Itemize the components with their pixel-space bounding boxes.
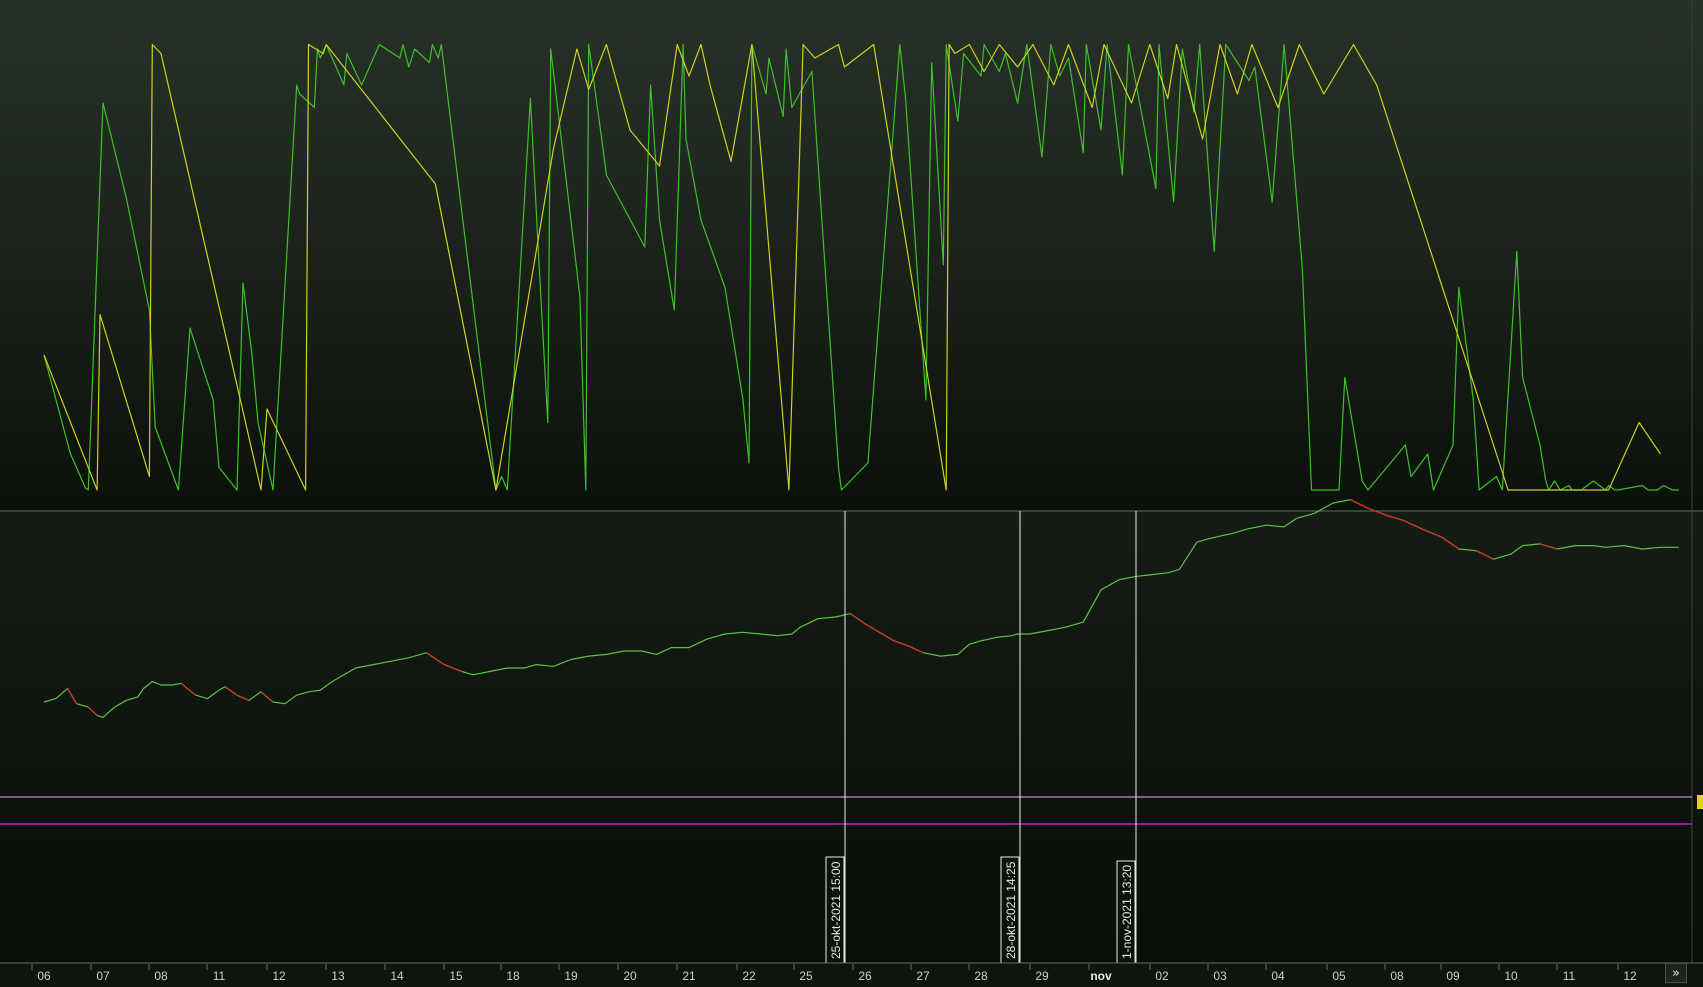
x-axis-label: 15 bbox=[449, 969, 463, 983]
marker-label-2: 28-okt-2021 14:25 bbox=[1004, 861, 1018, 959]
x-axis-label: 26 bbox=[858, 969, 872, 983]
x-axis-label: 22 bbox=[742, 969, 756, 983]
x-axis-label: 12 bbox=[272, 969, 286, 983]
marker-label-3: 1-nov-2021 13:20 bbox=[1120, 865, 1134, 959]
x-axis-label: 07 bbox=[96, 969, 110, 983]
chart-canvas[interactable]: 25-okt-2021 15:00 28-okt-2021 14:25 1-no… bbox=[0, 0, 1703, 987]
x-axis-label: 11 bbox=[213, 969, 226, 983]
x-axis-label: 27 bbox=[916, 969, 930, 983]
x-axis-label: 05 bbox=[1332, 969, 1346, 983]
x-axis-label: 29 bbox=[1035, 969, 1049, 983]
x-axis-label: 14 bbox=[390, 969, 404, 983]
marker-label-1: 25-okt-2021 15:00 bbox=[829, 861, 843, 959]
x-axis-label: 10 bbox=[1504, 969, 1518, 983]
scroll-right-button[interactable]: » bbox=[1665, 963, 1687, 983]
x-axis-label: 25 bbox=[799, 969, 813, 983]
x-axis-label: 04 bbox=[1271, 969, 1285, 983]
x-axis-label: 02 bbox=[1155, 969, 1169, 983]
price-pane-background bbox=[0, 511, 1703, 963]
x-axis-label: 11 bbox=[1563, 969, 1576, 983]
x-axis-label: 08 bbox=[154, 969, 168, 983]
price-tag-marker bbox=[1697, 795, 1703, 809]
double-chevron-right-icon: » bbox=[1672, 966, 1680, 981]
x-axis-label: 28 bbox=[974, 969, 988, 983]
chart-window: 25-okt-2021 15:00 28-okt-2021 14:25 1-no… bbox=[0, 0, 1703, 987]
x-axis-label: nov bbox=[1090, 969, 1112, 983]
x-axis-label: 20 bbox=[623, 969, 637, 983]
x-axis-label: 06 bbox=[37, 969, 51, 983]
x-axis-label: 09 bbox=[1446, 969, 1460, 983]
x-axis-label: 19 bbox=[564, 969, 578, 983]
x-axis-label: 21 bbox=[682, 969, 696, 983]
x-axis-label: 13 bbox=[331, 969, 345, 983]
x-axis-label: 03 bbox=[1213, 969, 1227, 983]
x-axis-label: 18 bbox=[506, 969, 520, 983]
oscillator-pane-background bbox=[0, 0, 1703, 511]
x-axis-label: 12 bbox=[1623, 969, 1637, 983]
x-axis-label: 08 bbox=[1390, 969, 1404, 983]
